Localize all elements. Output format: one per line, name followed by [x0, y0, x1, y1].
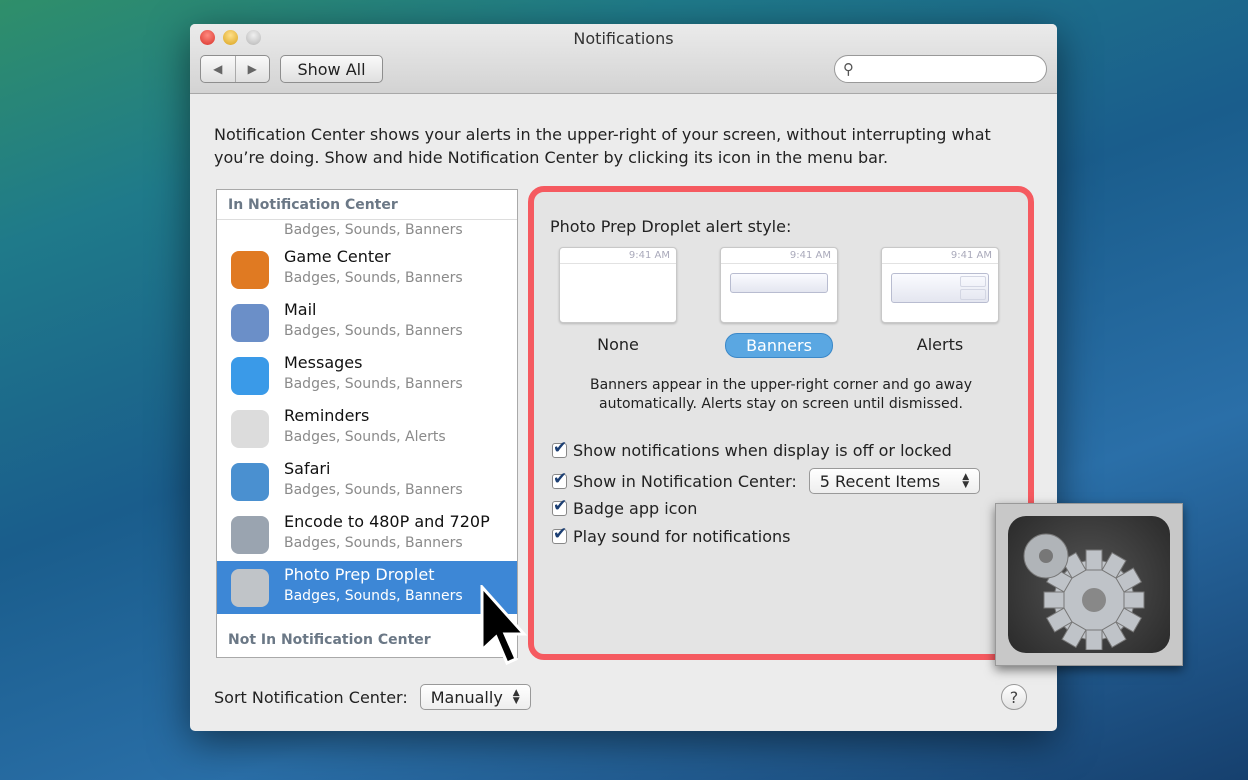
alert-style-title: Photo Prep Droplet alert style:	[550, 217, 792, 236]
recent-items-select[interactable]: 5 Recent Items ▲ ▼	[808, 468, 981, 494]
search-input[interactable]	[858, 61, 1046, 77]
window-title: Notifications	[573, 29, 674, 48]
app-name: Safari	[284, 459, 331, 478]
app-icon	[231, 251, 269, 289]
list-item[interactable]: Game Center Badges, Sounds, Banners	[217, 243, 517, 296]
list-item[interactable]: Photo Prep Droplet Badges, Sounds, Banner…	[217, 561, 517, 614]
checkbox[interactable]	[552, 496, 567, 516]
badge-icon-checkbox[interactable]: Badge app icon	[552, 496, 697, 518]
app-name: Encode to 480P and 720P	[284, 512, 490, 531]
system-preferences-gear-icon	[995, 503, 1183, 666]
app-alert-summary: Badges, Sounds, Banners	[284, 535, 463, 551]
list-item[interactable]: Reminders Badges, Sounds, Alerts	[217, 402, 517, 455]
checkbox[interactable]	[552, 469, 567, 489]
style-note: Banners appear in the upper-right corner…	[590, 377, 972, 412]
updown-icon: ▲ ▼	[962, 472, 970, 490]
list-header-in: In Notification Center	[217, 190, 517, 220]
sort-select[interactable]: Manually ▲ ▼	[419, 684, 531, 710]
app-list[interactable]: In Notification Center Badges, Sounds, B…	[216, 189, 518, 658]
back-button[interactable]: ◀	[201, 56, 236, 82]
toolbar: Notifications ◀ ▶ Show All ⚲	[190, 24, 1057, 94]
mouse-cursor-icon	[480, 585, 528, 665]
app-alert-summary: Badges, Sounds, Banners	[284, 323, 463, 339]
search-icon: ⚲	[843, 60, 854, 78]
app-icon	[231, 410, 269, 448]
app-name: Photo Prep Droplet	[284, 565, 435, 584]
none-preview: 9:41 AM	[559, 247, 677, 323]
app-name: Messages	[284, 353, 363, 372]
notifications-window: Notifications ◀ ▶ Show All ⚲ Notificatio…	[190, 24, 1057, 731]
alerts-preview: 9:41 AM	[881, 247, 999, 323]
list-item[interactable]: Mail Badges, Sounds, Banners	[217, 296, 517, 349]
list-item[interactable]: Safari Badges, Sounds, Banners	[217, 455, 517, 508]
sort-row: Sort Notification Center: Manually ▲ ▼	[214, 684, 531, 710]
list-item[interactable]: Encode to 480P and 720P Badges, Sounds, B…	[217, 508, 517, 561]
description: Notification Center shows your alerts in…	[214, 125, 991, 167]
show-when-locked-checkbox[interactable]: Show notifications when display is off o…	[552, 438, 952, 460]
app-name: Mail	[284, 300, 317, 319]
list-item[interactable]: Badges, Sounds, Banners	[217, 220, 517, 243]
checkbox[interactable]	[552, 438, 567, 458]
alert-settings-panel: Photo Prep Droplet alert style: 9:41 AM …	[528, 186, 1034, 660]
app-alert-summary: Badges, Sounds, Banners	[284, 270, 463, 286]
app-icon	[231, 304, 269, 342]
show-in-nc-checkbox[interactable]: Show in Notification Center: 5 Recent It…	[552, 468, 981, 494]
updown-icon: ▲ ▼	[512, 688, 520, 706]
style-none[interactable]: 9:41 AM None	[559, 247, 677, 356]
app-alert-summary: Badges, Sounds, Banners	[284, 376, 463, 392]
list-header-not: Not In Notification Center	[228, 632, 431, 648]
app-name: Reminders	[284, 406, 370, 425]
play-sound-checkbox[interactable]: Play sound for notifications	[552, 524, 791, 546]
app-name: Game Center	[284, 247, 391, 266]
checkbox[interactable]	[552, 524, 567, 544]
show-all-button[interactable]: Show All	[280, 55, 383, 83]
app-icon	[231, 357, 269, 395]
app-alert-summary: Badges, Sounds, Alerts	[284, 429, 446, 445]
app-icon	[231, 463, 269, 501]
search-field[interactable]: ⚲	[834, 55, 1047, 83]
sort-label: Sort Notification Center:	[214, 687, 408, 707]
app-alert-summary: Badges, Sounds, Banners	[284, 482, 463, 498]
list-item[interactable]: Messages Badges, Sounds, Banners	[217, 349, 517, 402]
style-banners[interactable]: 9:41 AM Banners	[720, 247, 838, 358]
style-alerts[interactable]: 9:41 AM Alerts	[881, 247, 999, 356]
help-button[interactable]: ?	[1001, 684, 1027, 710]
app-icon	[231, 516, 269, 554]
forward-button[interactable]: ▶	[236, 56, 270, 82]
app-icon	[231, 569, 269, 607]
banners-preview: 9:41 AM	[720, 247, 838, 323]
nav-buttons: ◀ ▶	[200, 55, 270, 83]
